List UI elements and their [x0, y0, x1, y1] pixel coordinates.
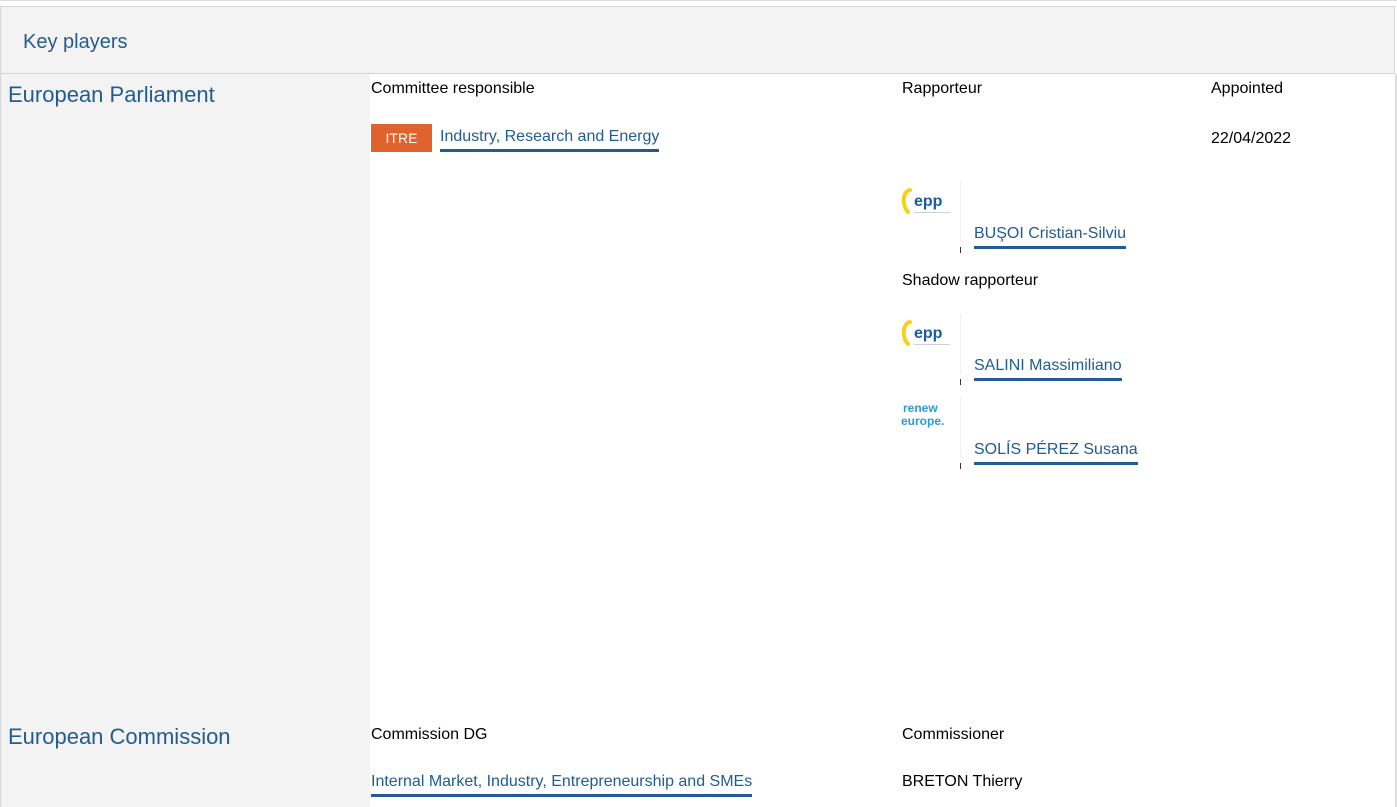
- committee-link[interactable]: Industry, Research and Energy: [440, 128, 660, 152]
- commission-dg-link[interactable]: Internal Market, Industry, Entrepreneurs…: [371, 773, 753, 797]
- commissioner-heading: Commissioner: [902, 726, 1005, 743]
- left-column: European Parliament European Commission: [0, 74, 370, 807]
- logo-tick: [960, 463, 961, 469]
- svg-text:epp: epp: [914, 193, 943, 210]
- svg-text:epp: epp: [914, 325, 943, 342]
- renew-europe-logo: renew europe.: [900, 398, 961, 458]
- appointed-date: 22/04/2022: [1211, 130, 1292, 147]
- logo-tick: [960, 247, 961, 253]
- epp-logo: epp: [900, 314, 961, 374]
- commissioner-name: BRETON Thierry: [902, 773, 1023, 790]
- rapporteur-link[interactable]: BUŞOI Cristian-Silviu: [974, 225, 1127, 249]
- logo-tick: [960, 379, 961, 385]
- appointed-heading: Appointed: [1211, 80, 1284, 97]
- shadow-rapporteur-link[interactable]: SOLÍS PÉREZ Susana: [974, 441, 1138, 465]
- parliament-title: European Parliament: [8, 82, 215, 107]
- shadow-rapporteur-link[interactable]: SALINI Massimiliano: [974, 357, 1122, 381]
- section-header: Key players: [0, 6, 1395, 74]
- epp-logo: epp: [900, 182, 961, 242]
- committee-code-badge: ITRE: [371, 124, 432, 152]
- shadow-rapporteur-heading: Shadow rapporteur: [902, 272, 1039, 289]
- committee-responsible-heading: Committee responsible: [371, 80, 535, 97]
- svg-text:renew: renew: [903, 401, 938, 415]
- commission-dg-heading: Commission DG: [371, 726, 488, 743]
- section-title: Key players: [23, 31, 128, 53]
- rapporteur-heading: Rapporteur: [902, 80, 983, 97]
- svg-text:europe.: europe.: [901, 414, 944, 428]
- commission-title: European Commission: [8, 724, 231, 749]
